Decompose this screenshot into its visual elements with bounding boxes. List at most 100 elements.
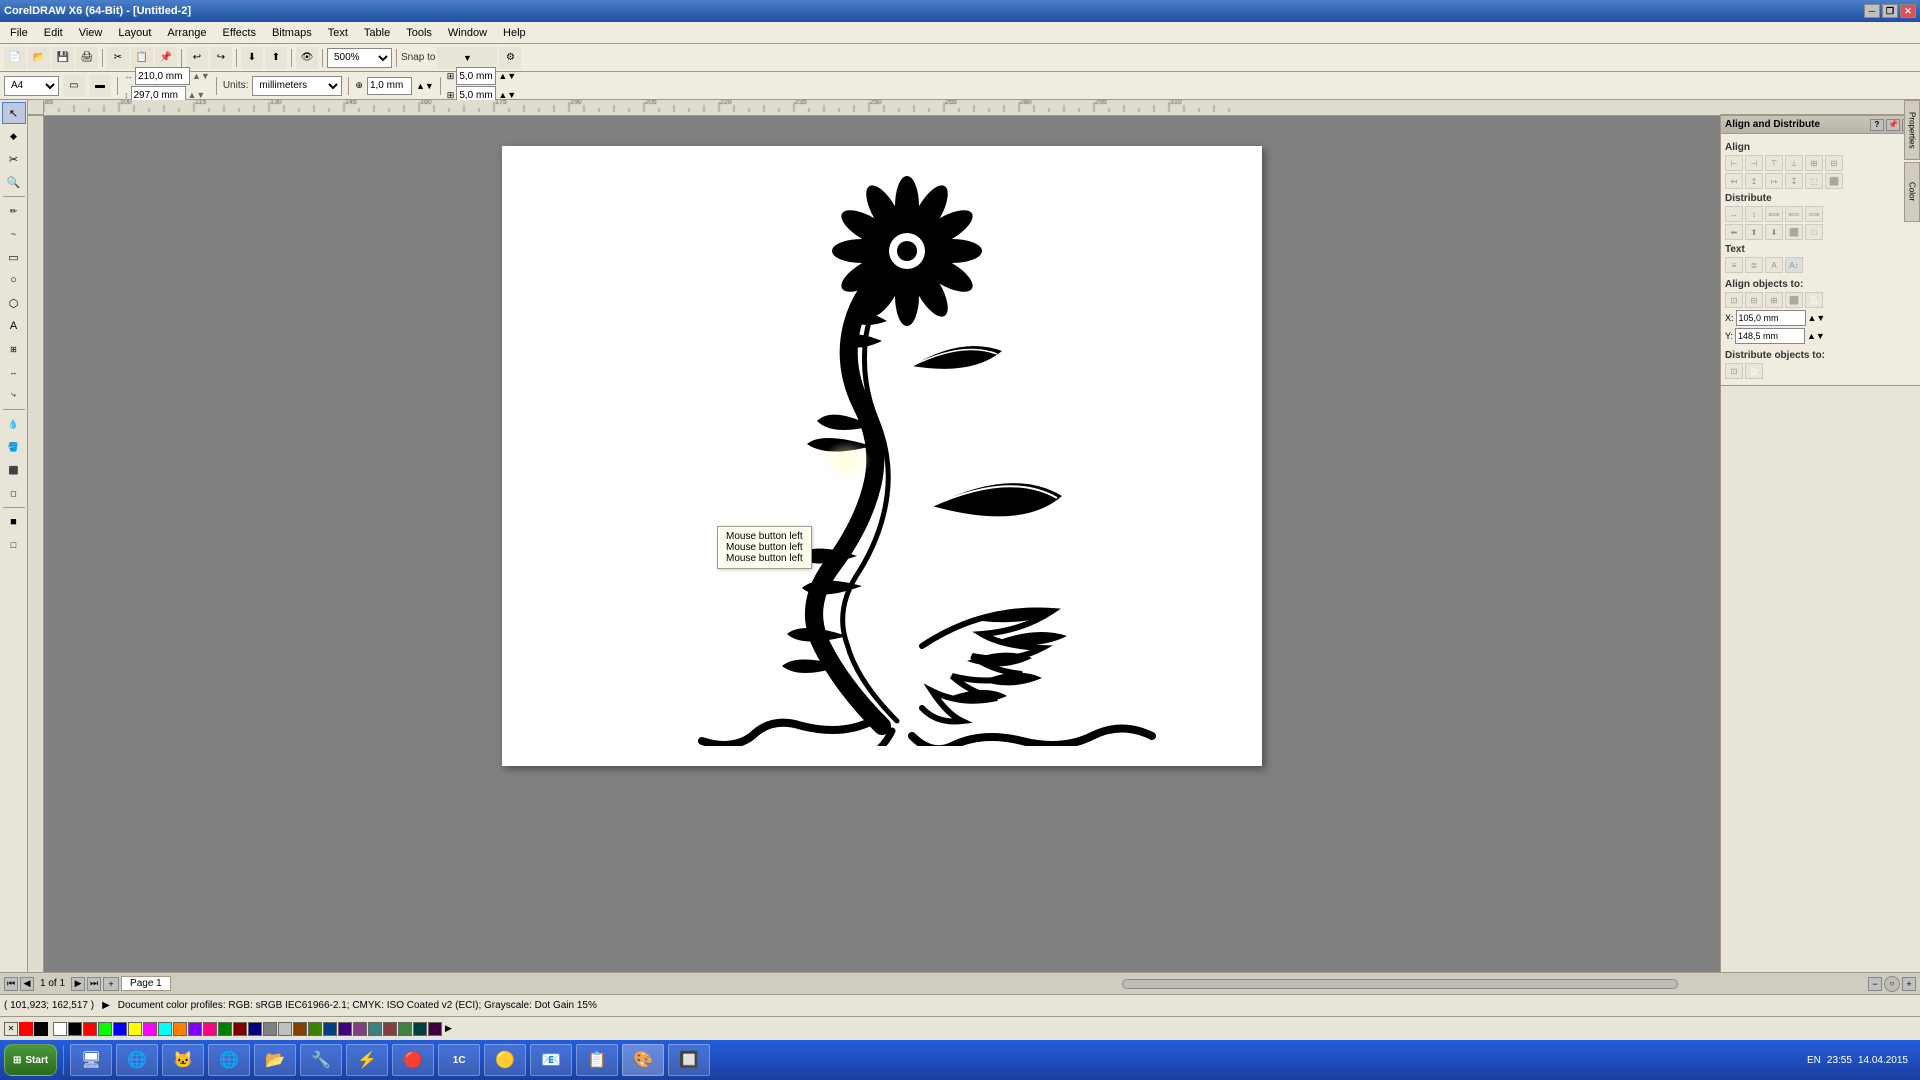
zoom-select[interactable]: 500%200%100%75%50% — [327, 48, 392, 68]
color-swatch-3[interactable] — [98, 1022, 112, 1036]
menu-help[interactable]: Help — [495, 25, 534, 41]
taskbar-app-chrome[interactable]: 🌐 — [116, 1044, 158, 1076]
zoom-in-btn[interactable]: + — [1902, 977, 1916, 991]
snap-x-input[interactable] — [456, 67, 496, 85]
canvas-content[interactable]: Mouse button left Mouse button left Mous… — [44, 116, 1720, 972]
select-tool[interactable]: ↖ — [2, 102, 26, 124]
no-fill-swatch[interactable]: ✕ — [4, 1022, 18, 1036]
color-swatch-8[interactable] — [173, 1022, 187, 1036]
color-swatch-20[interactable] — [353, 1022, 367, 1036]
color-swatch-25[interactable] — [428, 1022, 442, 1036]
nudge-input[interactable] — [367, 77, 412, 95]
rectangle-tool[interactable]: ▭ — [2, 246, 26, 268]
import-button[interactable]: ⬇ — [241, 47, 263, 69]
save-button[interactable]: 💾 — [52, 47, 74, 69]
color-swatch-15[interactable] — [278, 1022, 292, 1036]
menu-view[interactable]: View — [71, 25, 111, 41]
ellipse-tool[interactable]: ○ — [2, 269, 26, 291]
color-swatch-6[interactable] — [143, 1022, 157, 1036]
width-input[interactable] — [135, 67, 190, 85]
menu-edit[interactable]: Edit — [36, 25, 71, 41]
menu-bitmaps[interactable]: Bitmaps — [264, 25, 320, 41]
color-swatch-14[interactable] — [263, 1022, 277, 1036]
redo-button[interactable]: ↪ — [210, 47, 232, 69]
text-tool[interactable]: A — [2, 315, 26, 337]
landscape-button[interactable]: ▬ — [89, 75, 111, 97]
open-button[interactable]: 📂 — [28, 47, 50, 69]
portrait-button[interactable]: ▭ — [63, 75, 85, 97]
taskbar-app-1c[interactable]: 1C — [438, 1044, 480, 1076]
restore-button[interactable]: ❐ — [1882, 4, 1898, 18]
table-tool[interactable]: ⊞ — [2, 338, 26, 360]
eyedropper-tool[interactable]: 💧 — [2, 413, 26, 435]
taskbar-app-7[interactable]: ⚡ — [346, 1044, 388, 1076]
color-swatch-7[interactable] — [158, 1022, 172, 1036]
color-swatch-22[interactable] — [383, 1022, 397, 1036]
color-swatch-17[interactable] — [308, 1022, 322, 1036]
panel-help-btn[interactable]: ? — [1870, 119, 1884, 131]
paste-button[interactable]: 📌 — [155, 47, 177, 69]
color-swatch-18[interactable] — [323, 1022, 337, 1036]
fill-tool[interactable]: 🪣 — [2, 436, 26, 458]
view-options[interactable]: 👁 — [296, 47, 318, 69]
page-last-btn[interactable]: ⏭ — [87, 977, 101, 991]
right-tab-properties[interactable]: Properties — [1904, 116, 1920, 160]
menu-effects[interactable]: Effects — [215, 25, 264, 41]
page-prev-btn[interactable]: ◀ — [20, 977, 34, 991]
start-button[interactable]: ⊞ Start — [4, 1044, 57, 1076]
panel-pin-btn[interactable]: 📌 — [1886, 119, 1900, 131]
outline-tool[interactable]: □ — [2, 534, 26, 556]
zoom-tool[interactable]: 🔍 — [2, 171, 26, 193]
undo-button[interactable]: ↩ — [186, 47, 208, 69]
y-input[interactable] — [1735, 328, 1805, 344]
cut-button[interactable]: ✂ — [107, 47, 129, 69]
color-swatch-10[interactable] — [203, 1022, 217, 1036]
menu-tools[interactable]: Tools — [398, 25, 440, 41]
new-button[interactable]: 📄 — [4, 47, 26, 69]
h-scrollbar[interactable] — [936, 973, 1864, 994]
right-tab-color[interactable]: Color — [1904, 162, 1920, 222]
page-tab-1[interactable]: Page 1 — [121, 976, 171, 991]
polygon-tool[interactable]: ⬡ — [2, 292, 26, 314]
color-swatch-23[interactable] — [398, 1022, 412, 1036]
color-swatch-5[interactable] — [128, 1022, 142, 1036]
color-swatch-16[interactable] — [293, 1022, 307, 1036]
freehand-tool[interactable]: ✏ — [2, 200, 26, 222]
color-swatch-19[interactable] — [338, 1022, 352, 1036]
menu-arrange[interactable]: Arrange — [159, 25, 214, 41]
taskbar-app-12[interactable]: 📋 — [576, 1044, 618, 1076]
export-button[interactable]: ⬆ — [265, 47, 287, 69]
print-button[interactable]: 🖨 — [76, 47, 98, 69]
menu-layout[interactable]: Layout — [110, 25, 159, 41]
minimize-button[interactable]: ─ — [1864, 4, 1880, 18]
taskbar-app-files[interactable]: 📂 — [254, 1044, 296, 1076]
color-swatch-0[interactable] — [53, 1022, 67, 1036]
crop-tool[interactable]: ✂ — [2, 148, 26, 170]
page-first-btn[interactable]: ⏮ — [4, 977, 18, 991]
page-size-select[interactable]: A4 — [4, 76, 59, 96]
color-swatch-11[interactable] — [218, 1022, 232, 1036]
menu-table[interactable]: Table — [356, 25, 398, 41]
color-swatch-13[interactable] — [248, 1022, 262, 1036]
menu-text[interactable]: Text — [320, 25, 356, 41]
color-swatch-2[interactable] — [83, 1022, 97, 1036]
transparency-tool[interactable]: ◻ — [2, 482, 26, 504]
dimension-tool[interactable]: ↔ — [2, 361, 26, 383]
snap-toggle[interactable]: ▼ — [437, 47, 497, 69]
zoom-reset-btn[interactable]: ○ — [1884, 976, 1900, 992]
menu-file[interactable]: File — [2, 25, 36, 41]
color-fill-tool[interactable]: ■ — [2, 511, 26, 533]
blend-tool[interactable]: ⬛ — [2, 459, 26, 481]
color-swatch-1[interactable] — [68, 1022, 82, 1036]
palette-scroll-right[interactable]: ▶ — [445, 1023, 452, 1034]
taskbar-coreldraw[interactable]: 🎨 — [622, 1044, 664, 1076]
taskbar-app-explorer[interactable]: 🖥 — [70, 1044, 112, 1076]
taskbar-app-14[interactable]: 🔲 — [668, 1044, 710, 1076]
coords-arrow[interactable]: ▶ — [102, 1000, 110, 1011]
color-swatch-4[interactable] — [113, 1022, 127, 1036]
color-swatch-12[interactable] — [233, 1022, 247, 1036]
taskbar-app-8[interactable]: 🔴 — [392, 1044, 434, 1076]
taskbar-app-ie[interactable]: 🌐 — [208, 1044, 250, 1076]
taskbar-app-11[interactable]: 📧 — [530, 1044, 572, 1076]
taskbar-app-10[interactable]: 🟡 — [484, 1044, 526, 1076]
